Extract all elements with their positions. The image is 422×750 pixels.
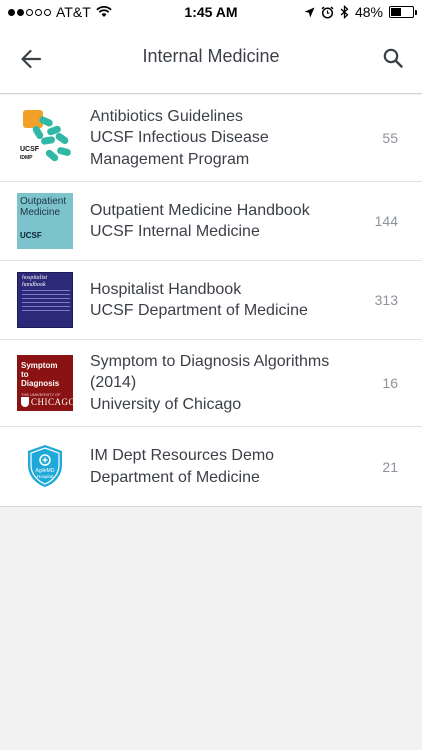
item-title: Symptom to Diagnosis Algorithms (90, 352, 330, 370)
list-item-antibiotics-guidelines[interactable]: UCSF IDMP Antibiotics Guidelines UCSF In… (0, 95, 422, 182)
page-title: Internal Medicine (142, 46, 280, 66)
item-count: 21 (382, 458, 398, 475)
alarm-clock-icon (321, 5, 334, 19)
item-subtitle: Management Program (90, 150, 250, 168)
item-count: 313 (374, 292, 398, 308)
item-count: 16 (382, 375, 398, 391)
item-count: 55 (382, 130, 398, 146)
resource-list: UCSF IDMP Antibiotics Guidelines UCSF In… (0, 95, 422, 507)
item-subtitle: UCSF Department of Medicine (90, 302, 308, 319)
item-subtitle: UCSF Internal Medicine (90, 223, 260, 240)
list-item-hospitalist-handbook[interactable]: hospitalist handbook Hospitalist Handboo… (0, 261, 422, 340)
back-button[interactable] (14, 42, 48, 76)
hospitalist-handbook-thumbnail: hospitalist handbook (17, 272, 73, 328)
item-title: Outpatient Medicine Handbook (90, 201, 310, 219)
outpatient-handbook-thumbnail: Outpatient Medicine UCSF (17, 193, 73, 249)
thumb-text: Medicine (20, 207, 61, 218)
item-count: 144 (374, 213, 398, 229)
status-right: 48% (304, 4, 417, 20)
arrow-left-icon (21, 49, 42, 69)
navigation-bar: Internal Medicine (0, 26, 422, 94)
antibiotics-guidelines-thumbnail: UCSF IDMP (17, 110, 73, 166)
item-subtitle: UCSF Infectious Disease (90, 129, 269, 147)
university-crest-icon (21, 397, 29, 407)
list-item-im-dept-resources-demo[interactable]: AgileMD Hospital IM Dept Resources Demo … (0, 427, 422, 506)
thumb-text: UCSF (20, 231, 42, 240)
list-item-symptom-to-diagnosis[interactable]: Symptom to Diagnosis THE UNIVERSITY OF C… (0, 340, 422, 427)
item-text: Outpatient Medicine Handbook UCSF Intern… (90, 182, 362, 260)
search-button[interactable] (376, 41, 410, 75)
item-title: IM Dept Resources Demo (90, 447, 275, 464)
item-text: Hospitalist Handbook UCSF Department of … (90, 261, 362, 339)
bluetooth-icon (340, 5, 349, 19)
battery-percent: 48% (354, 4, 383, 20)
item-title: Hospitalist Handbook (90, 280, 242, 298)
agilemd-hospital-thumbnail: AgileMD Hospital (17, 438, 73, 494)
item-text: IM Dept Resources Demo Department of Med… (90, 427, 362, 506)
location-arrow-icon (304, 7, 315, 17)
symptom-to-diagnosis-thumbnail: Symptom to Diagnosis THE UNIVERSITY OF C… (17, 355, 73, 411)
item-title: Antibiotics Guidelines (90, 107, 243, 125)
thumb-text: Hospital (37, 474, 53, 479)
item-title: (2014) (90, 374, 137, 392)
item-subtitle: University of Chicago (90, 395, 242, 413)
thumb-text: CHICAGO (31, 397, 73, 407)
thumb-text: Diagnosis (21, 379, 60, 388)
thumb-text: UCSF (20, 146, 40, 153)
item-text: Symptom to Diagnosis Algorithms (2014) U… (90, 340, 362, 426)
thumb-text: to (21, 370, 29, 379)
search-icon (383, 48, 403, 68)
thumb-text: Outpatient (20, 196, 67, 207)
thumb-text: hospitalist (22, 275, 48, 281)
thumb-text: handbook (22, 282, 46, 288)
agilemd-shield-icon: AgileMD Hospital (28, 445, 62, 487)
status-bar: AT&T 1:45 AM 48% (0, 0, 422, 26)
thumb-text: Symptom (21, 361, 58, 370)
item-text: Antibiotics Guidelines UCSF Infectious D… (90, 95, 362, 181)
item-subtitle: Department of Medicine (90, 468, 260, 486)
battery-icon (389, 6, 417, 18)
list-item-outpatient-medicine-handbook[interactable]: Outpatient Medicine UCSF Outpatient Medi… (0, 182, 422, 261)
thumb-text: IDMP (20, 155, 33, 161)
